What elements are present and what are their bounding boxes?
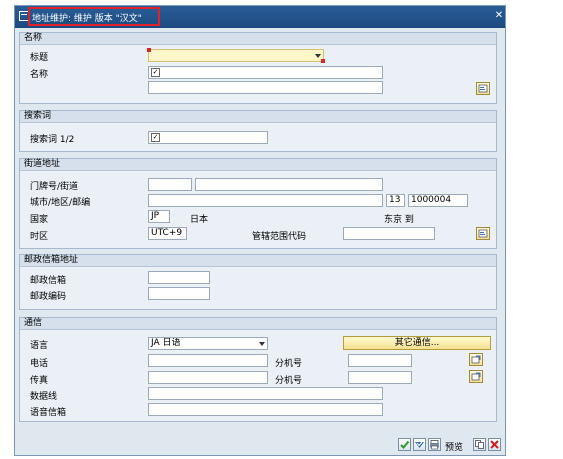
phone-more-button[interactable] bbox=[469, 353, 483, 366]
fax-ext-label: 分机号 bbox=[275, 376, 303, 386]
country-code-field[interactable]: JP bbox=[148, 210, 170, 223]
check-button[interactable] bbox=[413, 438, 426, 451]
other-communication-button[interactable]: 其它通信... bbox=[343, 336, 491, 350]
po-box-label: 邮政信箱 bbox=[30, 276, 67, 286]
country-label: 国家 bbox=[30, 215, 49, 225]
fax-more-button[interactable] bbox=[469, 370, 483, 383]
required-marker bbox=[321, 59, 325, 63]
po-postal-label: 邮政编码 bbox=[30, 292, 67, 302]
chevron-down-icon[interactable] bbox=[259, 342, 265, 346]
checkmark-icon bbox=[400, 440, 410, 449]
name2-field[interactable] bbox=[148, 81, 383, 94]
fax-field[interactable] bbox=[148, 371, 268, 384]
phone-ext-field[interactable] bbox=[348, 354, 412, 367]
fax-ext-field[interactable] bbox=[348, 371, 412, 384]
dialog-titlebar: 地址维护: 维护 版本 "汉文" ✕ bbox=[15, 6, 505, 28]
required-marker bbox=[147, 48, 151, 52]
phone-label: 电话 bbox=[30, 359, 49, 369]
voicemail-field[interactable] bbox=[148, 403, 383, 416]
jurisdiction-field[interactable] bbox=[343, 227, 435, 240]
data-line-label: 数据线 bbox=[30, 392, 58, 402]
group-pobox-header: 邮政信箱地址 bbox=[20, 255, 496, 267]
language-label: 语言 bbox=[30, 341, 49, 351]
phone-ext-label: 分机号 bbox=[275, 359, 303, 369]
confirm-button[interactable] bbox=[398, 438, 411, 451]
form-icon bbox=[478, 229, 488, 238]
language-dropdown[interactable]: JA 日语 bbox=[148, 337, 268, 350]
address-detail-button-2[interactable] bbox=[476, 227, 490, 240]
region-name-text: 东京 到 bbox=[384, 215, 414, 225]
title-dropdown[interactable] bbox=[148, 49, 324, 62]
copy-button[interactable] bbox=[473, 438, 486, 451]
name-field[interactable]: ✓ bbox=[148, 66, 383, 79]
group-street-address: 街道地址 门牌号/街道 城市/地区/邮编 13 1000004 国家 JP 日本… bbox=[19, 158, 497, 249]
title-label: 标题 bbox=[30, 53, 49, 63]
print-preview-icon bbox=[430, 440, 439, 450]
city-label: 城市/地区/邮编 bbox=[30, 198, 91, 208]
phone-field[interactable] bbox=[148, 354, 268, 367]
region-code-field[interactable]: 13 bbox=[386, 194, 405, 207]
close-icon[interactable]: ✕ bbox=[493, 10, 505, 22]
timezone-label: 时区 bbox=[30, 232, 49, 242]
chevron-down-icon[interactable] bbox=[315, 54, 321, 58]
copy-icon bbox=[475, 440, 484, 449]
group-name: 名称 标题 名称 ✓ bbox=[19, 32, 497, 104]
name-label: 名称 bbox=[30, 70, 49, 80]
phone-list-icon bbox=[471, 355, 481, 364]
cancel-button[interactable] bbox=[488, 438, 501, 451]
title-highlight-box bbox=[28, 7, 160, 26]
group-po-box: 邮政信箱地址 邮政信箱 邮政编码 bbox=[19, 254, 497, 310]
checkbox-icon[interactable]: ✓ bbox=[151, 133, 160, 142]
data-line-field[interactable] bbox=[148, 387, 383, 400]
group-name-header: 名称 bbox=[20, 33, 496, 45]
group-comm-header: 通信 bbox=[20, 318, 496, 330]
group-communication: 通信 语言 JA 日语 其它通信... 电话 分机号 传真 分机号 数据线 语音… bbox=[19, 317, 497, 422]
fax-label: 传真 bbox=[30, 376, 49, 386]
timezone-field[interactable]: UTC+9 bbox=[148, 227, 187, 240]
po-box-field[interactable] bbox=[148, 271, 210, 284]
address-detail-button[interactable] bbox=[476, 82, 490, 95]
po-postal-field[interactable] bbox=[148, 287, 210, 300]
postal-code-field[interactable]: 1000004 bbox=[408, 194, 468, 207]
house-street-label: 门牌号/街道 bbox=[30, 182, 79, 192]
checkbox-icon[interactable]: ✓ bbox=[151, 68, 160, 77]
country-name-text: 日本 bbox=[190, 215, 209, 225]
group-search-header: 搜索词 bbox=[20, 111, 496, 123]
search-term-field[interactable]: ✓ bbox=[148, 131, 268, 144]
cancel-x-icon bbox=[490, 440, 499, 449]
city-field[interactable] bbox=[148, 194, 383, 207]
form-icon bbox=[478, 84, 488, 93]
group-search-terms: 搜索词 搜索词 1/2 ✓ bbox=[19, 110, 497, 152]
search-term-label: 搜索词 1/2 bbox=[30, 135, 75, 145]
group-street-header: 街道地址 bbox=[20, 159, 496, 171]
preview-label[interactable]: 预览 bbox=[445, 440, 463, 453]
jurisdiction-label: 管辖范围代码 bbox=[252, 232, 307, 242]
check-entries-icon bbox=[415, 441, 424, 448]
voicemail-label: 语音信箱 bbox=[30, 408, 67, 418]
address-maintenance-dialog: 地址维护: 维护 版本 "汉文" ✕ 名称 标题 名称 ✓ 搜索词 搜索词 1/… bbox=[14, 5, 506, 456]
street-field[interactable] bbox=[195, 178, 383, 191]
house-number-field[interactable] bbox=[148, 178, 192, 191]
fax-list-icon bbox=[471, 372, 481, 381]
preview-icon-button[interactable] bbox=[428, 438, 441, 451]
